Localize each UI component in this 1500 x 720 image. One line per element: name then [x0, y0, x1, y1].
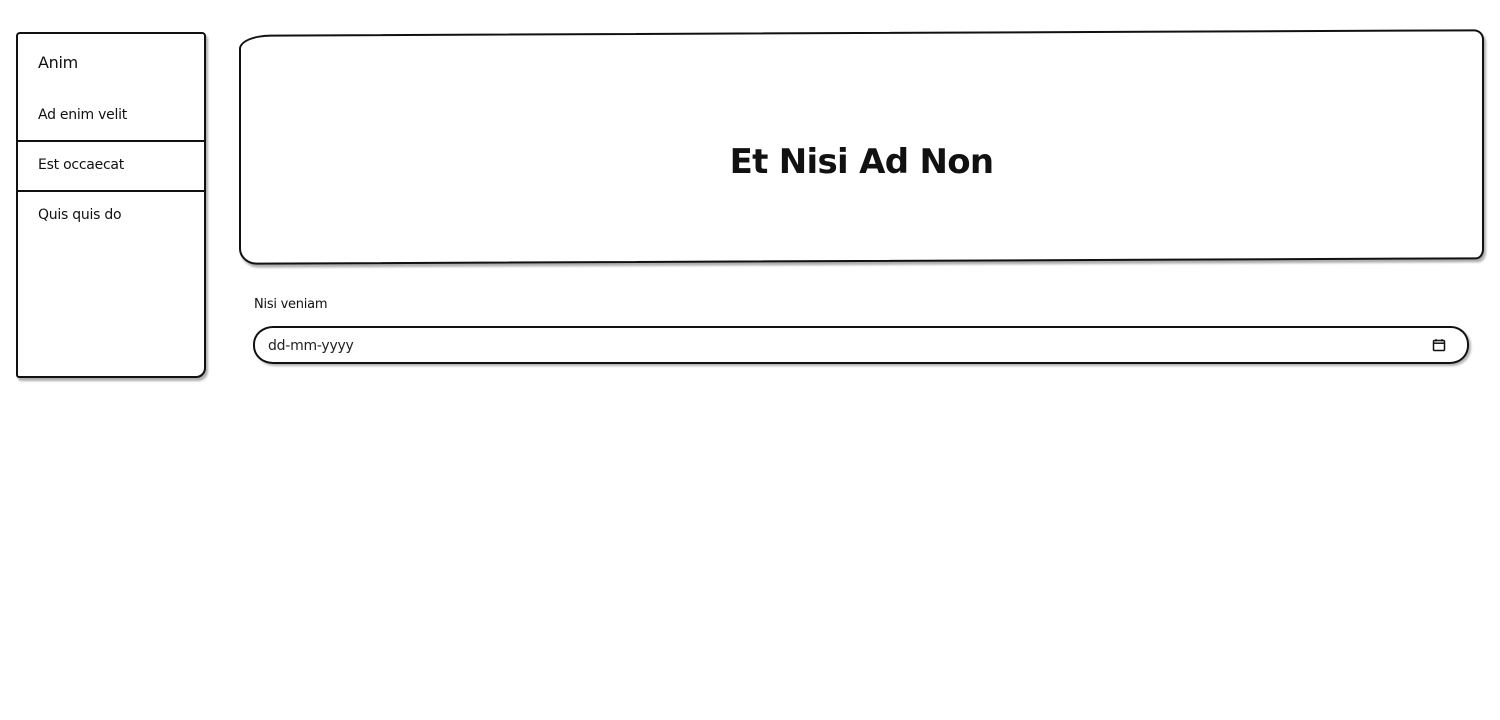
sidebar-item-quis-quis-do[interactable]: Quis quis do — [18, 192, 206, 240]
sidebar-item-label: Est occaecat — [38, 157, 124, 173]
sidebar-item-label: Ad enim velit — [38, 107, 128, 123]
sidebar-item-est-occaecat[interactable]: Est occaecat — [18, 142, 206, 192]
hero-title: Et Nisi Ad Non — [729, 141, 994, 182]
sidebar: Anim Ad enim velit Est occaecat Quis qui… — [16, 32, 206, 378]
hero-card: Et Nisi Ad Non — [239, 29, 1484, 265]
date-input[interactable] — [268, 335, 1418, 357]
sidebar-title: Anim — [38, 53, 78, 72]
sidebar-item-ad-enim-velit[interactable]: Ad enim velit — [18, 92, 206, 142]
date-field-label: Nisi veniam — [254, 297, 328, 312]
sidebar-item-label: Quis quis do — [38, 207, 122, 223]
date-field[interactable] — [253, 326, 1469, 364]
calendar-icon[interactable] — [1432, 338, 1446, 352]
